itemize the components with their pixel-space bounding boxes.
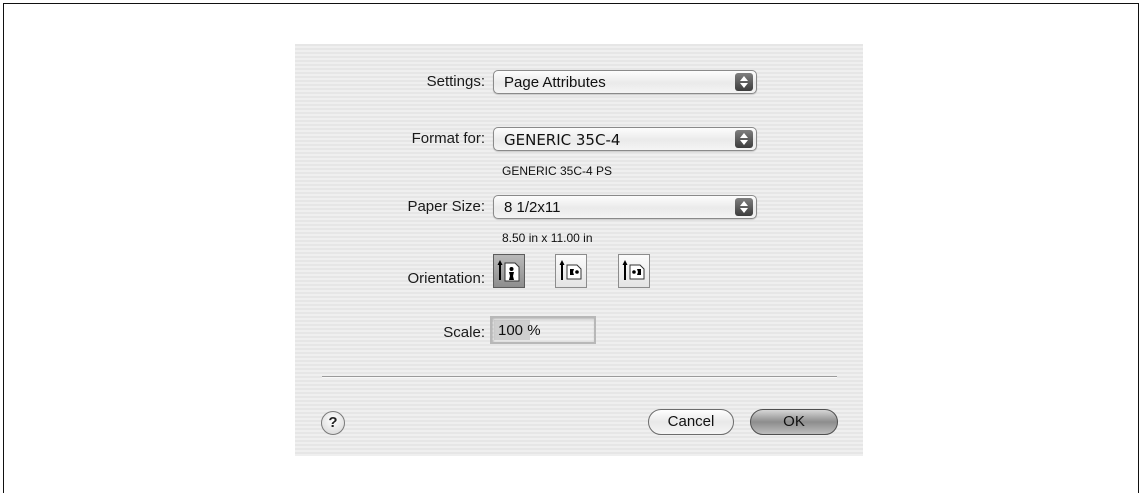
orientation-label: Orientation:: [407, 270, 485, 287]
divider: [322, 376, 837, 378]
popup-arrows-icon: [735, 130, 753, 148]
settings-value: Page Attributes: [504, 74, 606, 91]
settings-popup[interactable]: Page Attributes: [493, 70, 757, 94]
orientation-landscape-right-button[interactable]: [618, 254, 650, 288]
paper-size-popup[interactable]: 8 1/2x11: [493, 195, 757, 219]
cancel-button[interactable]: Cancel: [648, 409, 734, 435]
popup-arrows-icon: [735, 198, 753, 216]
ok-button[interactable]: OK: [750, 409, 838, 435]
paper-size-label: Paper Size:: [407, 198, 485, 215]
popup-arrows-icon: [735, 73, 753, 91]
paper-dimensions: 8.50 in x 11.00 in: [502, 231, 593, 245]
landscape-left-orientation-icon: [559, 260, 582, 280]
format-for-label: Format for:: [411, 130, 485, 147]
orientation-landscape-left-button[interactable]: [555, 254, 587, 288]
scale-label: Scale:: [443, 324, 485, 341]
landscape-right-orientation-icon: [622, 260, 645, 280]
settings-label: Settings:: [426, 73, 485, 90]
format-for-popup[interactable]: GENERIC 35C-4: [493, 127, 757, 151]
format-for-value: GENERIC 35C-4: [504, 131, 621, 149]
paper-size-value: 8 1/2x11: [504, 199, 561, 216]
portrait-orientation-icon: [497, 260, 520, 282]
printer-description: GENERIC 35C-4 PS: [502, 164, 613, 178]
orientation-portrait-button[interactable]: [493, 254, 525, 288]
page-setup-sheet: Settings: Page Attributes Format for: GE…: [295, 44, 863, 456]
help-button[interactable]: ?: [321, 411, 345, 435]
scale-input[interactable]: [490, 316, 596, 344]
